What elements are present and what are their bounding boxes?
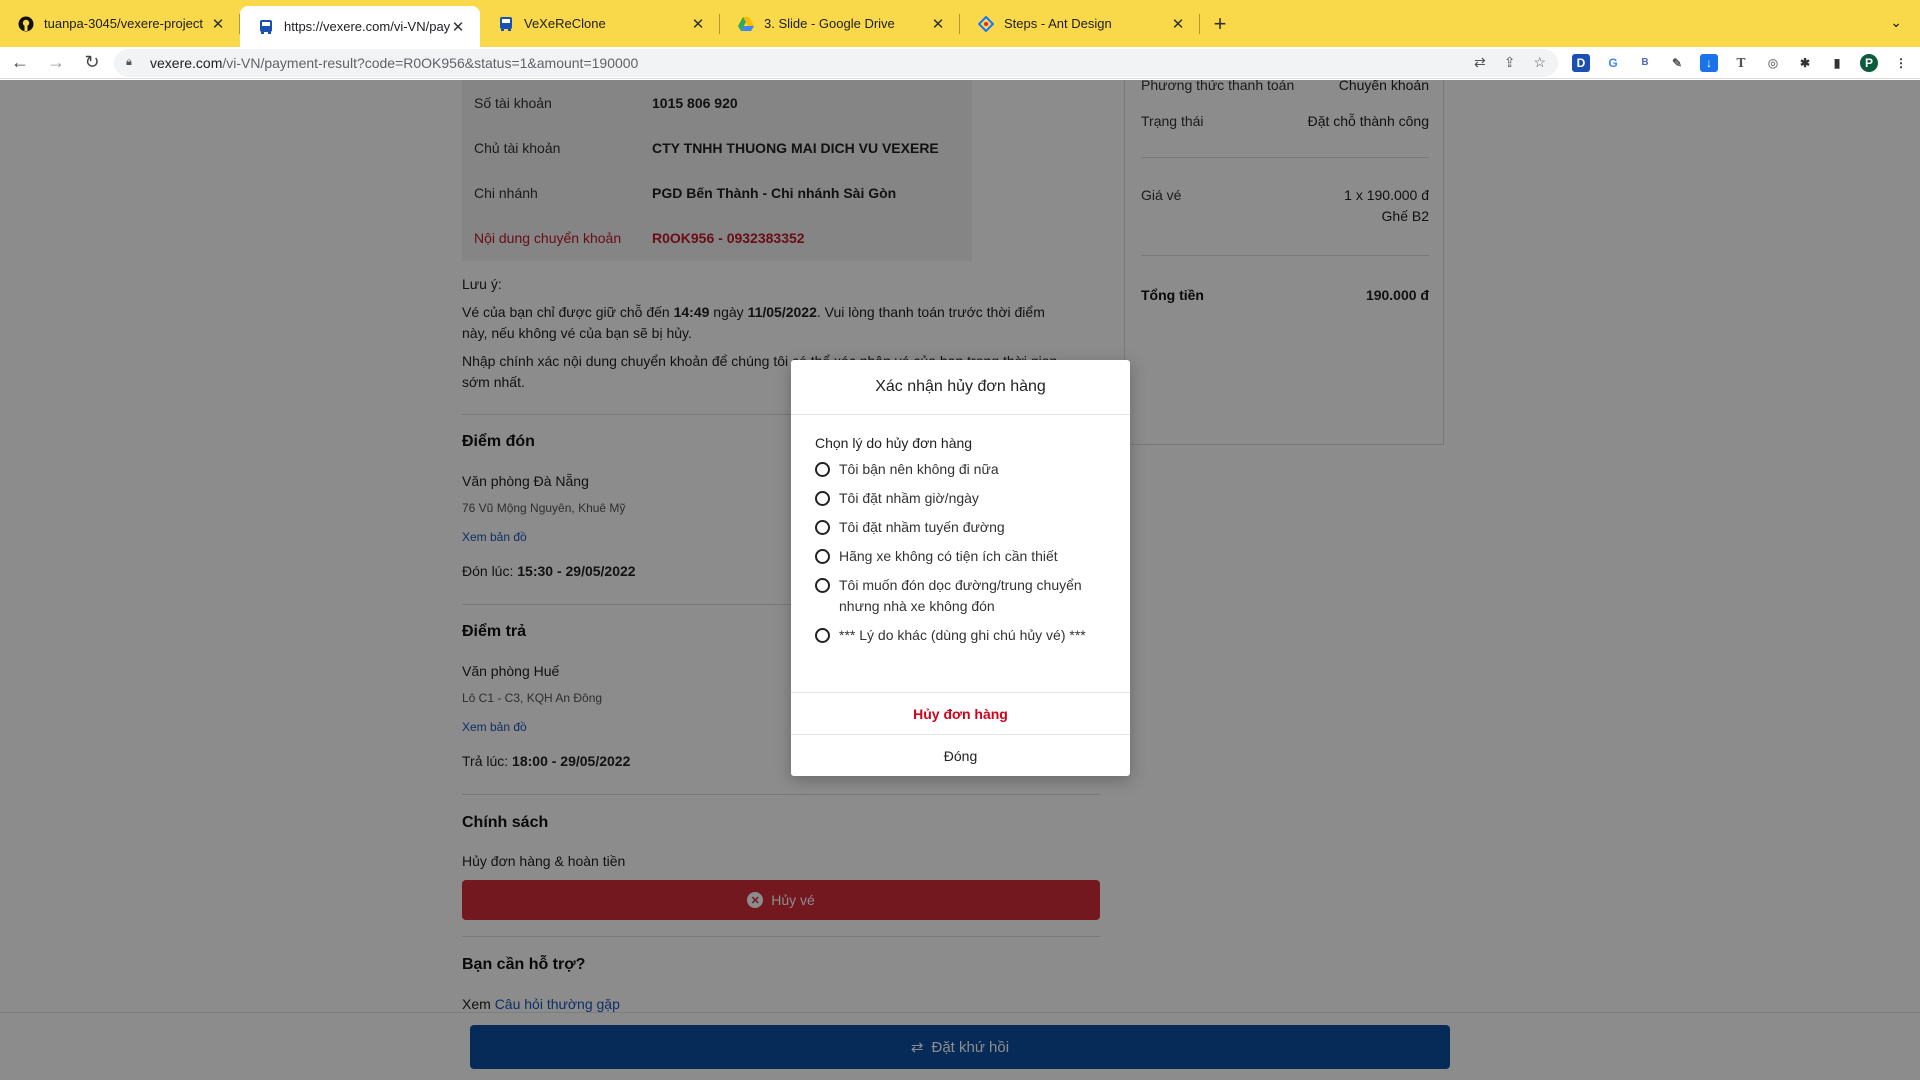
browser-toolbar: ← → ↻ 🔒︎ vexere.com/vi-VN/payment-result… <box>0 47 1920 79</box>
cancel-reason-option[interactable]: Hãng xe không có tiện ích cần thiết <box>815 546 1110 567</box>
url-host: vexere.com <box>150 54 223 71</box>
profile-avatar[interactable]: P <box>1860 53 1878 72</box>
forward-arrow-icon[interactable]: → <box>40 47 72 79</box>
puzzle-extensions-icon[interactable]: ✱ <box>1796 54 1814 72</box>
page-content: Số tài khoản 1015 806 920 Chủ tài khoản … <box>0 80 1920 1080</box>
github-icon <box>18 16 34 32</box>
browser-tab-strip: tuanpa-3045/vexere-project ✕ https://vex… <box>0 0 1920 47</box>
extension-circle-icon[interactable]: ◎ <box>1764 54 1782 72</box>
ant-design-icon <box>978 15 994 32</box>
new-tab-button[interactable]: + <box>1200 0 1240 47</box>
close-modal-button[interactable]: Đóng <box>791 734 1130 776</box>
browser-tab[interactable]: Steps - Ant Design ✕ <box>960 0 1200 47</box>
close-icon[interactable]: ✕ <box>930 15 946 33</box>
radio-button[interactable] <box>815 578 830 593</box>
extension-d-icon[interactable]: D <box>1572 53 1590 72</box>
browser-tab[interactable]: tuanpa-3045/vexere-project ✕ <box>0 0 240 47</box>
google-translate-icon[interactable]: G <box>1604 54 1622 72</box>
eyedropper-icon[interactable]: ✎ <box>1668 54 1686 72</box>
cancel-reason-option[interactable]: Tôi đặt nhầm tuyến đường <box>815 517 1110 538</box>
kebab-menu-icon[interactable]: ⋮ <box>1892 54 1910 72</box>
extension-b-icon[interactable]: B <box>1636 54 1654 72</box>
lock-icon: 🔒︎ <box>126 56 132 68</box>
cancel-reason-prompt: Chọn lý do hủy đơn hàng <box>815 435 973 451</box>
modal-title: Xác nhận hủy đơn hàng <box>791 360 1130 415</box>
confirm-cancel-order-button[interactable]: Hủy đơn hàng <box>791 692 1130 734</box>
browser-tab-active[interactable]: https://vexere.com/vi-VN/paym ✕ <box>240 6 480 47</box>
tab-title: VeXeReClone <box>524 16 606 31</box>
cancel-reason-option[interactable]: Tôi bận nên không đi nữa <box>815 459 1110 480</box>
cancel-reason-option[interactable]: *** Lý do khác (dùng ghi chú hủy vé) *** <box>815 625 1110 646</box>
translate-icon[interactable]: ⇄ <box>1474 54 1486 71</box>
share-icon[interactable]: ⇪ <box>1504 54 1516 71</box>
url-path: /vi-VN/payment-result?code=R0OK956&statu… <box>222 54 639 71</box>
tab-title: Steps - Ant Design <box>1004 16 1112 31</box>
url-bar[interactable]: 🔒︎ vexere.com/vi-VN/payment-result?code=… <box>114 48 1558 77</box>
side-panel-icon[interactable]: ▮ <box>1828 54 1846 72</box>
browser-tab[interactable]: 3. Slide - Google Drive ✕ <box>720 0 960 47</box>
tab-search-chevron-icon[interactable]: ⌄ <box>1890 14 1902 31</box>
radio-button[interactable] <box>815 491 830 506</box>
extension-t-icon[interactable]: T <box>1732 54 1750 72</box>
close-icon[interactable]: ✕ <box>450 18 466 36</box>
tab-title: 3. Slide - Google Drive <box>764 16 895 31</box>
download-icon[interactable]: ↓ <box>1700 53 1718 72</box>
cancel-reason-option[interactable]: Tôi đặt nhầm giờ/ngày <box>815 488 1110 509</box>
radio-button[interactable] <box>815 549 830 564</box>
radio-button[interactable] <box>815 628 830 643</box>
close-icon[interactable]: ✕ <box>690 15 706 33</box>
radio-button[interactable] <box>815 520 830 535</box>
reload-icon[interactable]: ↻ <box>76 47 108 79</box>
radio-button[interactable] <box>815 462 830 477</box>
tab-title: https://vexere.com/vi-VN/paym <box>284 19 450 34</box>
tab-title: tuanpa-3045/vexere-project <box>44 16 203 31</box>
cancel-order-modal: Xác nhận hủy đơn hàng Chọn lý do hủy đơn… <box>791 360 1130 776</box>
browser-tab[interactable]: VeXeReClone ✕ <box>480 0 720 47</box>
bookmark-star-icon[interactable]: ☆ <box>1533 54 1546 71</box>
bus-icon <box>258 19 274 35</box>
bus-icon <box>498 16 514 32</box>
cancel-reason-group: Chọn lý do hủy đơn hàng Tôi bận nên khôn… <box>815 435 1110 654</box>
close-icon[interactable]: ✕ <box>1170 15 1186 33</box>
cancel-reason-option[interactable]: Tôi muốn đón dọc đường/trung chuyển nhưn… <box>815 575 1110 617</box>
google-drive-icon <box>738 16 754 32</box>
back-arrow-icon[interactable]: ← <box>4 47 36 79</box>
close-icon[interactable]: ✕ <box>210 15 226 33</box>
